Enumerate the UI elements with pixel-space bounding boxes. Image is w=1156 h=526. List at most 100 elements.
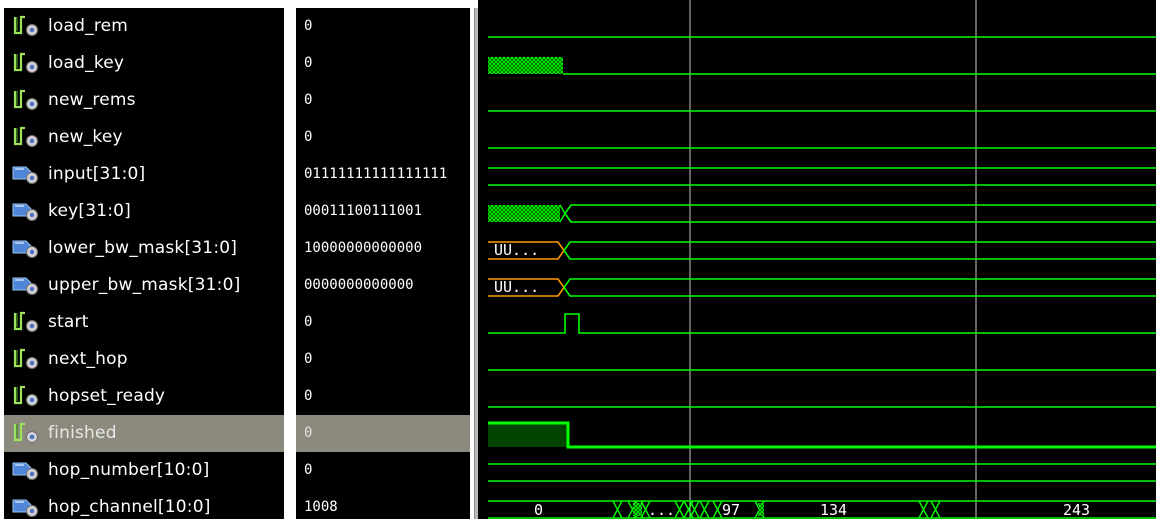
bus-signal-icon (12, 163, 40, 185)
undefined-region (488, 57, 563, 74)
bus-value-label: UU... (494, 278, 539, 296)
bus-transition (699, 500, 710, 519)
signal-name: finished (48, 423, 117, 443)
signal-row[interactable]: input[31:0] (4, 156, 284, 193)
waveform-trace (488, 421, 1156, 449)
signal-row[interactable]: next_hop (4, 341, 284, 378)
signal-row[interactable]: hopset_ready (4, 378, 284, 415)
signal-row[interactable]: key[31:0] (4, 193, 284, 230)
signal-value: 0 (304, 129, 313, 145)
waveform-fill (488, 423, 568, 447)
signal-value: 0 (304, 425, 313, 441)
signal-value: 0 (304, 462, 313, 478)
signal-name: next_hop (48, 349, 128, 369)
bit-signal-icon (12, 385, 40, 407)
signal-row[interactable]: upper_bw_mask[31:0] (4, 267, 284, 304)
waveform-trace (564, 204, 1156, 223)
bus-transition (612, 500, 623, 519)
value-row[interactable]: 0 (296, 119, 470, 156)
value-row[interactable]: 0 (296, 378, 470, 415)
bit-signal-icon (12, 15, 40, 37)
signal-value: 0 (304, 18, 313, 34)
value-row[interactable]: 0 (296, 82, 470, 119)
value-row[interactable]: 00011100111001 (296, 193, 470, 230)
bit-signal-icon (12, 422, 40, 444)
waveform-trace (488, 463, 1156, 482)
bus-signal-icon (12, 274, 40, 296)
signal-row[interactable]: hop_number[10:0] (4, 452, 284, 489)
signal-row[interactable]: hop_channel[10:0] (4, 489, 284, 526)
bus-signal-icon (12, 200, 40, 222)
signal-row[interactable]: finished (4, 415, 284, 452)
undefined-region (758, 503, 764, 516)
bus-transition (930, 500, 941, 519)
signal-name: input[31:0] (48, 164, 146, 184)
bus-signal-icon (12, 237, 40, 259)
waveform-trace (563, 278, 1156, 297)
signal-name: hop_channel[10:0] (48, 497, 211, 517)
value-row[interactable]: 0 (296, 415, 470, 452)
value-row[interactable]: 0 (296, 452, 470, 489)
signal-value: 01111111111111111 (304, 166, 448, 182)
bus-signal-icon (12, 459, 40, 481)
signal-name: hop_number[10:0] (48, 460, 210, 480)
signal-value: 10000000000000 (304, 240, 423, 256)
value-row[interactable]: 01111111111111111 (296, 156, 470, 193)
signal-value: 0 (304, 351, 313, 367)
waveform-trace (563, 241, 1156, 260)
bit-signal-icon (12, 89, 40, 111)
signal-name: upper_bw_mask[31:0] (48, 275, 241, 295)
value-row[interactable]: 10000000000000 (296, 230, 470, 267)
signal-value: 0 (304, 388, 313, 404)
bus-transition (674, 500, 685, 519)
bus-value-label: 243 (1063, 501, 1090, 519)
signal-value: 0 (304, 92, 313, 108)
bus-value-label: 134 (820, 501, 847, 519)
bit-signal-icon (12, 311, 40, 333)
bus-transition (918, 500, 929, 519)
bit-signal-icon (12, 348, 40, 370)
pane-splitter[interactable] (284, 8, 296, 519)
signal-name: key[31:0] (48, 201, 131, 221)
value-row[interactable]: 0 (296, 8, 470, 45)
bus-transition (689, 500, 700, 519)
signal-row[interactable]: load_rem (4, 8, 284, 45)
signal-row[interactable]: lower_bw_mask[31:0] (4, 230, 284, 267)
bus-value-label: UU... (494, 241, 539, 259)
signal-name: new_rems (48, 90, 136, 110)
bus-signal-icon (12, 496, 40, 518)
bus-value-label: 0 (534, 501, 543, 519)
signal-value-pane: 0 0 0 0 01111111111111111 00011100111001 10000… (296, 8, 470, 519)
signal-row[interactable]: new_rems (4, 82, 284, 119)
undefined-region (488, 205, 560, 222)
bit-signal-icon (12, 126, 40, 148)
signal-name: start (48, 312, 89, 332)
bus-value-label: 97 (722, 501, 740, 519)
waveform-trace (488, 313, 1156, 334)
value-row[interactable]: 0 (296, 45, 470, 82)
signal-name: load_key (48, 53, 125, 73)
undefined-region (633, 503, 642, 516)
value-row[interactable]: 0 (296, 304, 470, 341)
signal-name-pane: load_rem load_key new_rems new_key input[31:… (4, 8, 284, 519)
signal-row[interactable]: new_key (4, 119, 284, 156)
signal-row[interactable]: load_key (4, 45, 284, 82)
waveform-canvas[interactable]: UU... UU... 0... 97 134 243 (478, 0, 1156, 519)
signal-value: 1008 (304, 499, 338, 515)
signal-name: lower_bw_mask[31:0] (48, 238, 238, 258)
signal-value: 0 (304, 55, 313, 71)
signal-name: load_rem (48, 16, 129, 36)
signal-value: 0000000000000 (304, 277, 414, 293)
signal-value: 00011100111001 (304, 203, 423, 219)
signal-value: 0 (304, 314, 313, 330)
value-row[interactable]: 0 (296, 341, 470, 378)
waveform-pane[interactable]: UU... UU... 0... 97 134 243 (478, 0, 1156, 519)
waveform-trace (488, 167, 1156, 186)
signal-name: new_key (48, 127, 123, 147)
value-row[interactable]: 1008 (296, 489, 470, 519)
bus-transition (712, 500, 723, 519)
bit-signal-icon (12, 52, 40, 74)
value-row[interactable]: 0000000000000 (296, 267, 470, 304)
signal-name: hopset_ready (48, 386, 166, 406)
signal-row[interactable]: start (4, 304, 284, 341)
